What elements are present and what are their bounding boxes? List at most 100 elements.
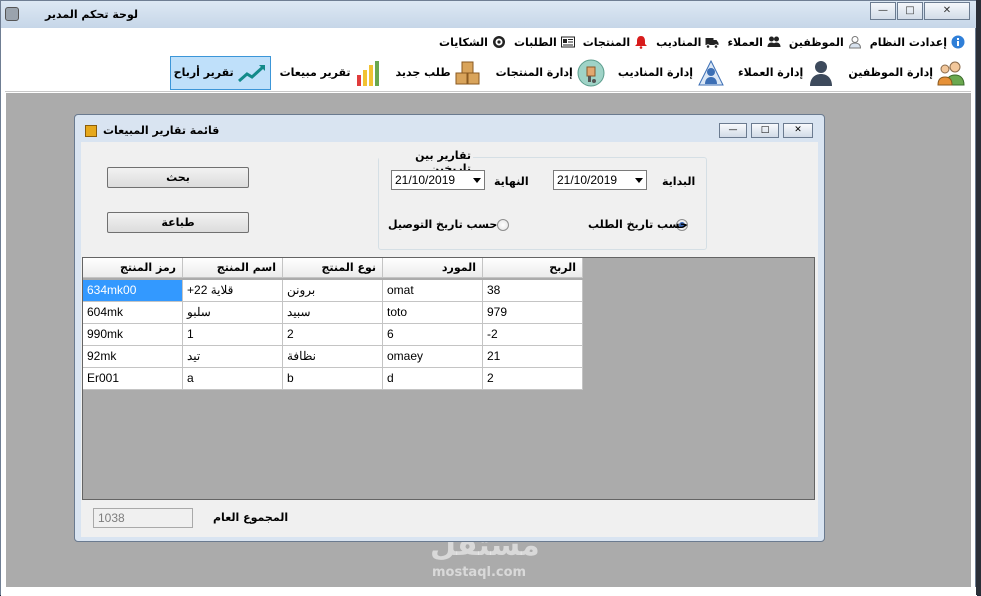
radio-order-date-label[interactable]: حسب تاريخ الطلب (588, 218, 688, 231)
menu-item-label: المنتجات (582, 35, 631, 49)
trend-icon (237, 64, 265, 82)
grid-cell[interactable]: Er001 (83, 368, 183, 390)
app-title: لوحة تحكم المدير (45, 8, 138, 21)
menu-bar: إعدادت النظام الموظفين العملاء المناديب … (5, 30, 971, 54)
menu-item-label: العملاء (727, 35, 763, 49)
grid-cell[interactable]: 634mk00 (83, 280, 183, 302)
start-date-value: 21/10/2019 (557, 173, 618, 187)
toolbar-label: طلب جديد (395, 66, 451, 79)
app-icon (5, 7, 19, 21)
toolbar-sales-report[interactable]: تقرير مبيعات (277, 56, 387, 90)
grid-cell[interactable]: 92mk (83, 346, 183, 368)
grid-cell[interactable]: 604mk (83, 302, 183, 324)
chevron-down-icon[interactable] (635, 178, 643, 183)
grid-cell[interactable]: 6 (383, 324, 483, 346)
sales-grid[interactable]: رمز المنتج اسم المنتج نوع المنتج المورد … (82, 257, 815, 500)
menu-item-complaints[interactable]: الشكايات (439, 35, 506, 49)
gear-icon (492, 36, 505, 48)
person-icon (848, 36, 861, 49)
search-button[interactable]: بحث (107, 167, 249, 188)
child-title-bar: قائمة تقارير المبيعات — □ ✕ (75, 115, 824, 141)
menu-item-label: الشكايات (439, 35, 488, 49)
grid-cell[interactable]: a (183, 368, 283, 390)
grid-cell[interactable]: 2 (483, 368, 583, 390)
delivery-icon (698, 59, 724, 85)
child-window-title: قائمة تقارير المبيعات (103, 124, 220, 137)
radio-delivery-date[interactable] (497, 219, 509, 231)
people-icon (767, 36, 781, 47)
child-maximize-button[interactable]: □ (751, 123, 779, 138)
child-close-button[interactable]: ✕ (783, 123, 813, 138)
toolbar-delegates[interactable]: إدارة المناديب (615, 56, 729, 90)
grid-cell[interactable]: سبيد (283, 302, 383, 324)
grid-cell[interactable]: تيد (183, 346, 283, 368)
toolbar-label: إدارة الموظفين (848, 66, 933, 79)
toolbar-products[interactable]: إدارة المنتجات (493, 56, 609, 90)
radio-delivery-date-label[interactable]: حسب تاريخ التوصيل (388, 218, 497, 231)
grid-cell[interactable]: b (283, 368, 383, 390)
toolbar-label: إدارة المنتجات (495, 66, 573, 79)
table-row[interactable]: Er001 a b d 2 (83, 368, 814, 390)
grid-cell[interactable]: 990mk (83, 324, 183, 346)
total-field[interactable]: 1038 (93, 508, 193, 528)
new-order-icon (455, 61, 480, 84)
menu-item-orders[interactable]: الطلبات (514, 35, 575, 49)
grid-cell[interactable]: نظافة (283, 346, 383, 368)
toolbar-profit-report[interactable]: تقرير أرباح (169, 55, 271, 90)
grid-cell[interactable]: omat (383, 280, 483, 302)
maximize-button[interactable]: □ (897, 2, 923, 20)
chevron-down-icon[interactable] (473, 178, 481, 183)
grid-cell[interactable]: 21 (483, 346, 583, 368)
menu-item-delegates[interactable]: المناديب (656, 35, 719, 49)
grid-cell[interactable]: 38 (483, 280, 583, 302)
grid-cell[interactable]: 1 (183, 324, 283, 346)
watermark-url: mostaql.com (432, 565, 527, 580)
grid-cell[interactable]: +قلاية 22 (183, 280, 283, 302)
print-button[interactable]: طباعة (107, 212, 249, 233)
column-header-product-name[interactable]: اسم المنتج (183, 258, 283, 278)
toolbar-employees[interactable]: إدارة الموظفين (845, 56, 969, 90)
truck-icon (705, 38, 719, 49)
menu-item-label: المناديب (656, 35, 702, 49)
grid-cell[interactable]: برونن (283, 280, 383, 302)
minimize-button[interactable]: — (870, 2, 896, 20)
toolbar-new-order[interactable]: طلب جديد (393, 56, 487, 90)
end-date-label: النهاية (494, 175, 529, 188)
start-date-picker[interactable]: 21/10/2019 (553, 170, 647, 190)
menu-item-employees[interactable]: الموظفين (789, 35, 862, 49)
menu-item-customers[interactable]: العملاء (727, 35, 781, 49)
toolbar-label: تقرير مبيعات (279, 66, 351, 79)
window-icon (85, 125, 97, 137)
grid-cell[interactable]: toto (383, 302, 483, 324)
toolbar-label: إدارة المناديب (617, 66, 693, 79)
child-minimize-button[interactable]: — (719, 123, 747, 138)
total-label: المجموع العام (213, 511, 289, 524)
end-date-value: 21/10/2019 (395, 173, 456, 187)
column-header-product-type[interactable]: نوع المنتج (283, 258, 383, 278)
column-header-profit[interactable]: الربح (483, 258, 583, 278)
sales-report-window: قائمة تقارير المبيعات — □ ✕ بحث طباعة تق… (74, 114, 825, 542)
date-range-group: تقارير بين تاريخين 21/10/2019 البداية 21… (378, 149, 707, 250)
grid-cell[interactable]: -2 (483, 324, 583, 346)
close-button[interactable]: ✕ (924, 2, 970, 20)
start-date-label: البداية (662, 175, 696, 188)
bar-chart-icon (356, 60, 379, 86)
grid-cell[interactable]: omaey (383, 346, 483, 368)
grid-cell[interactable]: d (383, 368, 483, 390)
table-row[interactable]: 92mk تيد نظافة omaey 21 (83, 346, 814, 368)
table-row[interactable]: 634mk00 +قلاية 22 برونن omat 38 (83, 280, 814, 302)
grid-cell[interactable]: سلبو (183, 302, 283, 324)
table-row[interactable]: 604mk سلبو سبيد toto 979 (83, 302, 814, 324)
end-date-picker[interactable]: 21/10/2019 (391, 170, 485, 190)
menu-item-products[interactable]: المنتجات (583, 35, 648, 49)
menu-item-settings[interactable]: إعدادت النظام (870, 35, 965, 49)
column-header-supplier[interactable]: المورد (383, 258, 483, 278)
column-header-product-code[interactable]: رمز المنتج (83, 258, 183, 278)
bell-icon (635, 36, 648, 49)
card-icon (560, 36, 575, 48)
grid-cell[interactable]: 2 (283, 324, 383, 346)
menu-item-label: إعدادت النظام (869, 35, 947, 49)
toolbar-customers[interactable]: إدارة العملاء (735, 56, 839, 90)
table-row[interactable]: 990mk 1 2 6 -2 (83, 324, 814, 346)
grid-cell[interactable]: 979 (483, 302, 583, 324)
